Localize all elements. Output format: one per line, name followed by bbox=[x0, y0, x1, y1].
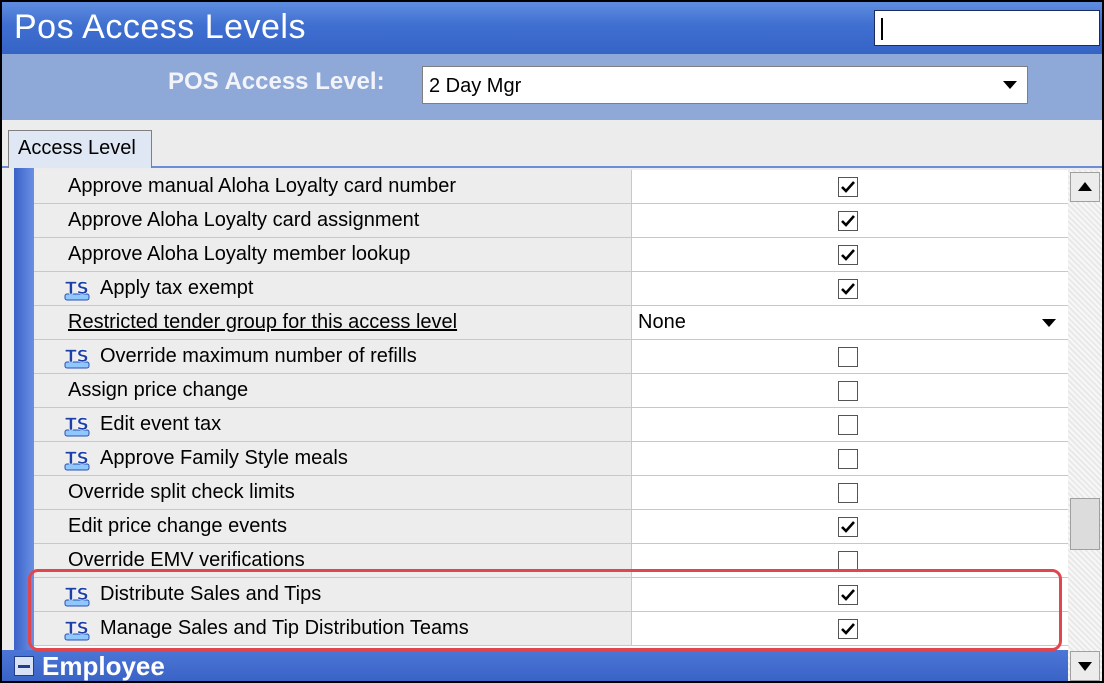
row-label: Approve Aloha Loyalty member lookup bbox=[68, 243, 411, 265]
arrow-down-icon bbox=[1078, 662, 1092, 671]
svg-text:TS: TS bbox=[65, 415, 89, 435]
grid-row[interactable]: Restricted tender group for this access … bbox=[34, 306, 1068, 340]
section-title: Employee bbox=[42, 651, 165, 681]
permission-checkbox[interactable] bbox=[838, 381, 858, 401]
label-cell: Override split check limits bbox=[34, 476, 632, 509]
permission-checkbox[interactable] bbox=[838, 347, 858, 367]
table-service-icon: TS bbox=[64, 279, 90, 301]
grid-row[interactable]: Edit price change events bbox=[34, 510, 1068, 544]
permission-checkbox[interactable] bbox=[838, 483, 858, 503]
svg-text:TS: TS bbox=[65, 279, 89, 299]
label-cell: Approve Aloha Loyalty card assignment bbox=[34, 204, 632, 237]
row-label: Override maximum number of refills bbox=[100, 345, 417, 367]
scroll-thumb[interactable] bbox=[1070, 498, 1100, 550]
table-service-icon: TS bbox=[64, 449, 90, 471]
row-label: Approve Family Style meals bbox=[100, 447, 348, 469]
title-bar: Pos Access Levels bbox=[2, 2, 1102, 54]
checkmark-icon bbox=[841, 249, 855, 261]
table-service-icon: TS bbox=[64, 347, 90, 369]
tab-access-level[interactable]: Access Level bbox=[8, 130, 152, 168]
tender-group-dropdown-value[interactable]: None bbox=[638, 311, 686, 334]
label-cell: TS Approve Family Style meals bbox=[34, 442, 632, 475]
grid-row[interactable]: Approve Aloha Loyalty member lookup bbox=[34, 238, 1068, 272]
row-label: Restricted tender group for this access … bbox=[68, 311, 458, 333]
label-cell: Approve Aloha Loyalty member lookup bbox=[34, 238, 632, 271]
access-level-dropdown[interactable]: 2 Day Mgr bbox=[422, 66, 1028, 104]
svg-text:TS: TS bbox=[65, 449, 89, 469]
row-label: Edit price change events bbox=[68, 515, 288, 537]
grid-row[interactable]: Assign price change bbox=[34, 374, 1068, 408]
label-cell: Approve manual Aloha Loyalty card number bbox=[34, 170, 632, 203]
window-title: Pos Access Levels bbox=[14, 8, 306, 46]
row-label: Approve manual Aloha Loyalty card number bbox=[68, 175, 457, 197]
permission-checkbox[interactable] bbox=[838, 279, 858, 299]
access-level-selector-bar: POS Access Level: 2 Day Mgr bbox=[2, 54, 1102, 120]
arrow-up-icon bbox=[1078, 182, 1092, 191]
label-cell: TS Apply tax exempt bbox=[34, 272, 632, 305]
permission-checkbox[interactable] bbox=[838, 211, 858, 231]
label-cell: TS Override maximum number of refills bbox=[34, 340, 632, 373]
search-input[interactable] bbox=[874, 10, 1100, 46]
permission-checkbox[interactable] bbox=[838, 245, 858, 265]
checkmark-icon bbox=[841, 181, 855, 193]
collapse-icon[interactable] bbox=[14, 656, 34, 676]
checkmark-icon bbox=[841, 215, 855, 227]
scroll-up-button[interactable] bbox=[1070, 172, 1100, 202]
row-label: Approve Aloha Loyalty card assignment bbox=[68, 209, 420, 231]
grid-row[interactable]: Override split check limits bbox=[34, 476, 1068, 510]
highlight-box bbox=[28, 569, 1062, 651]
grid-row[interactable]: Approve manual Aloha Loyalty card number bbox=[34, 170, 1068, 204]
row-label: Edit event tax bbox=[100, 413, 222, 435]
grid-row[interactable]: TS Edit event tax bbox=[34, 408, 1068, 442]
chevron-down-icon[interactable] bbox=[1042, 319, 1056, 327]
tab-label: Access Level bbox=[18, 137, 136, 159]
access-level-label: POS Access Level: bbox=[168, 68, 385, 95]
row-label: Assign price change bbox=[68, 379, 249, 401]
permission-checkbox[interactable] bbox=[838, 177, 858, 197]
section-employee[interactable]: Employee bbox=[2, 650, 1068, 681]
row-label: Apply tax exempt bbox=[100, 277, 254, 299]
grid-row[interactable]: Approve Aloha Loyalty card assignment bbox=[34, 204, 1068, 238]
text-caret bbox=[881, 18, 883, 40]
access-level-value: 2 Day Mgr bbox=[429, 75, 522, 97]
permission-checkbox[interactable] bbox=[838, 415, 858, 435]
tab-strip: Access Level bbox=[2, 120, 1102, 168]
row-label: Override split check limits bbox=[68, 481, 295, 503]
svg-text:TS: TS bbox=[65, 347, 89, 367]
label-cell: Assign price change bbox=[34, 374, 632, 407]
table-service-icon: TS bbox=[64, 415, 90, 437]
grid-row[interactable]: TS Override maximum number of refills bbox=[34, 340, 1068, 374]
checkmark-icon bbox=[841, 521, 855, 533]
vertical-scrollbar[interactable] bbox=[1068, 170, 1102, 681]
label-cell: Edit price change events bbox=[34, 510, 632, 543]
permission-checkbox[interactable] bbox=[838, 449, 858, 469]
pos-access-levels-window: Pos Access Levels POS Access Level: 2 Da… bbox=[2, 2, 1102, 681]
grid-row[interactable]: TS Approve Family Style meals bbox=[34, 442, 1068, 476]
permission-checkbox[interactable] bbox=[838, 551, 858, 571]
permission-checkbox[interactable] bbox=[838, 517, 858, 537]
label-cell: TS Edit event tax bbox=[34, 408, 632, 441]
chevron-down-icon[interactable] bbox=[1003, 81, 1017, 89]
label-cell: Restricted tender group for this access … bbox=[34, 306, 632, 339]
checkmark-icon bbox=[841, 283, 855, 295]
scroll-down-button[interactable] bbox=[1070, 651, 1100, 681]
grid-row[interactable]: TS Apply tax exempt bbox=[34, 272, 1068, 306]
